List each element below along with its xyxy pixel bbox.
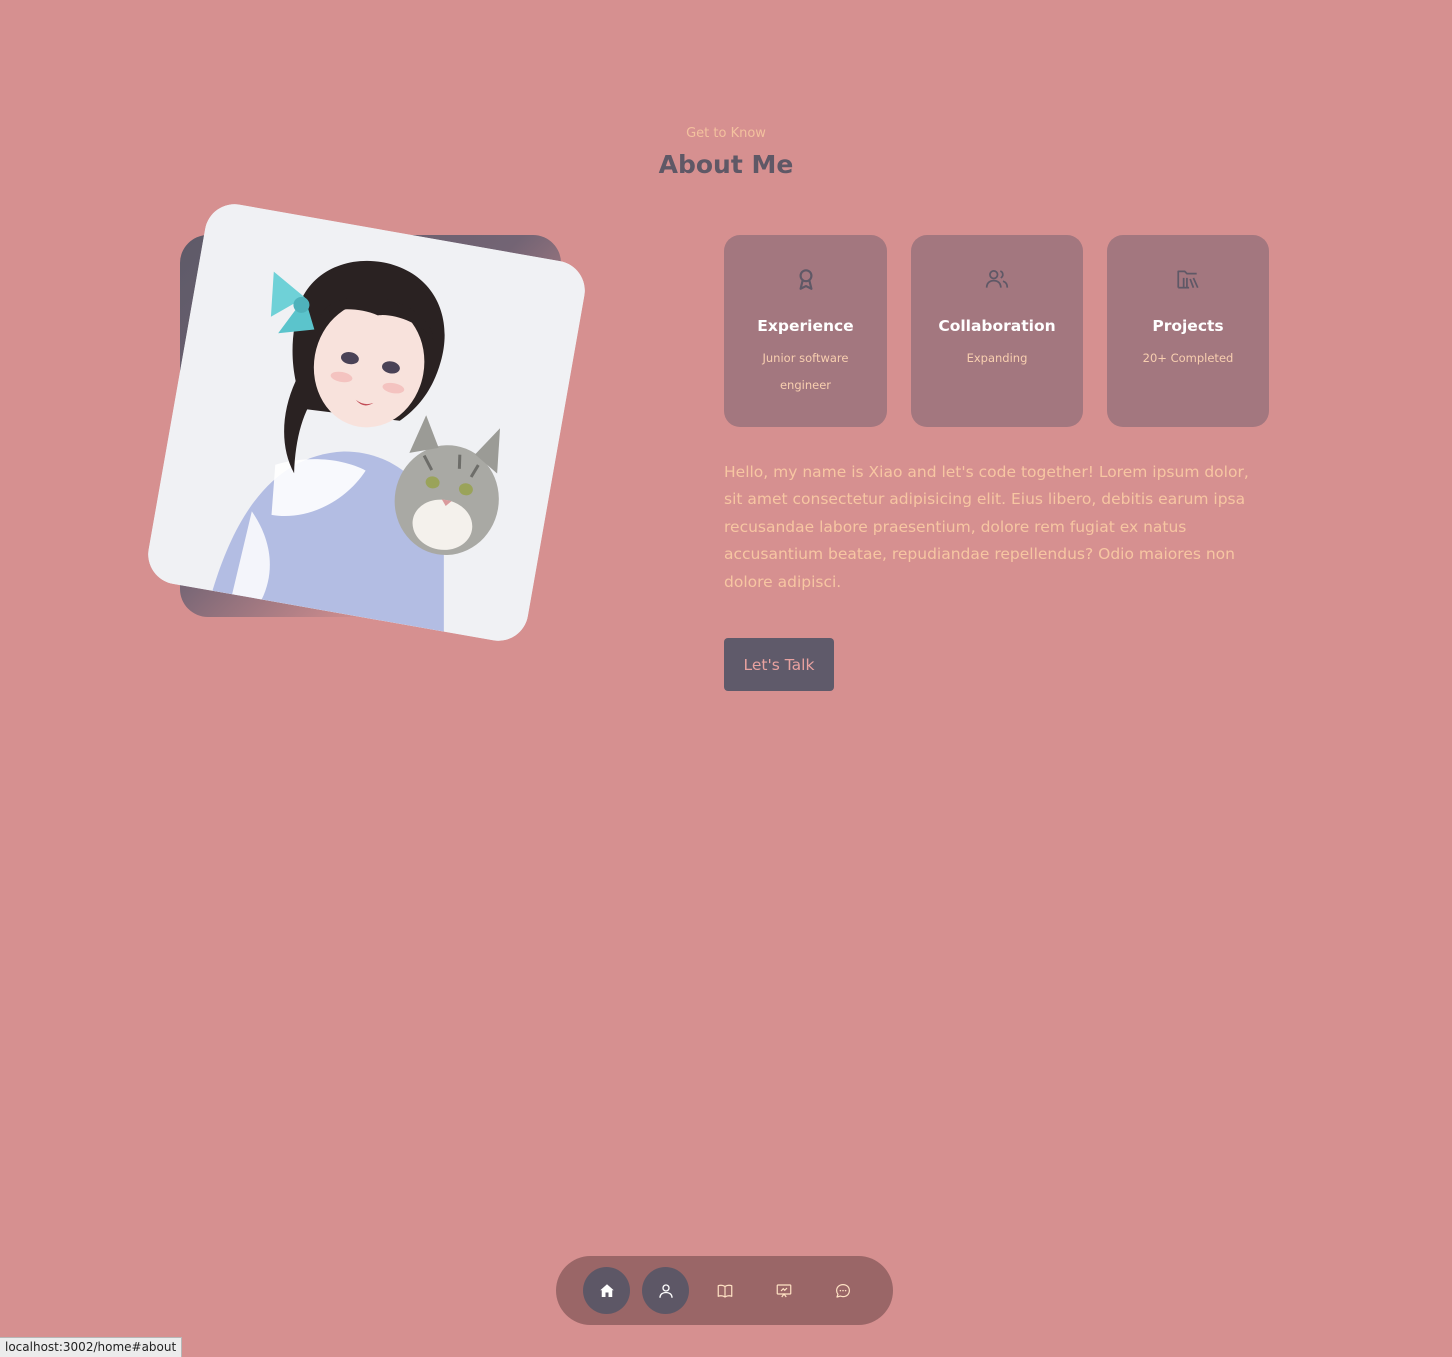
- book-icon: [717, 1284, 732, 1298]
- bio-paragraph: Hello, my name is Xiao and let's code to…: [724, 463, 1249, 591]
- lets-talk-button[interactable]: Let's Talk: [724, 638, 834, 691]
- girl-with-cat-illustration: [143, 199, 590, 646]
- folder-library-icon: [1177, 270, 1199, 289]
- award-icon: [799, 269, 812, 290]
- profile-photo-frame: [143, 199, 590, 650]
- bottom-nav: [556, 1256, 893, 1325]
- user-icon: [658, 1283, 673, 1298]
- nav-contact-button[interactable]: [819, 1267, 866, 1314]
- nav-home-button[interactable]: [583, 1267, 630, 1314]
- profile-photo: [143, 199, 590, 646]
- stat-card-projects: Projects 20+ Completed: [1107, 235, 1269, 427]
- stat-subtitle: Junior software engineer: [762, 351, 849, 392]
- home-icon: [599, 1283, 614, 1297]
- users-icon: [985, 270, 1009, 288]
- stat-subtitle: Expanding: [966, 351, 1028, 365]
- stat-card-collaboration: Collaboration Expanding: [911, 235, 1083, 427]
- message-icon: [835, 1283, 850, 1298]
- section-eyebrow: Get to Know: [686, 126, 766, 141]
- stat-title: Experience: [757, 317, 854, 335]
- stat-subtitle: 20+ Completed: [1142, 351, 1234, 365]
- status-bar-url: localhost:3002/home#about: [0, 1337, 183, 1357]
- nav-experience-button[interactable]: [701, 1267, 748, 1314]
- stat-title: Collaboration: [938, 317, 1056, 335]
- presentation-icon: [776, 1283, 791, 1297]
- stat-title: Projects: [1152, 317, 1224, 335]
- section-title: About Me: [658, 150, 794, 179]
- stat-card-experience: Experience Junior software engineer: [724, 235, 887, 427]
- nav-about-button[interactable]: [642, 1267, 689, 1314]
- nav-portfolio-button[interactable]: [760, 1267, 807, 1314]
